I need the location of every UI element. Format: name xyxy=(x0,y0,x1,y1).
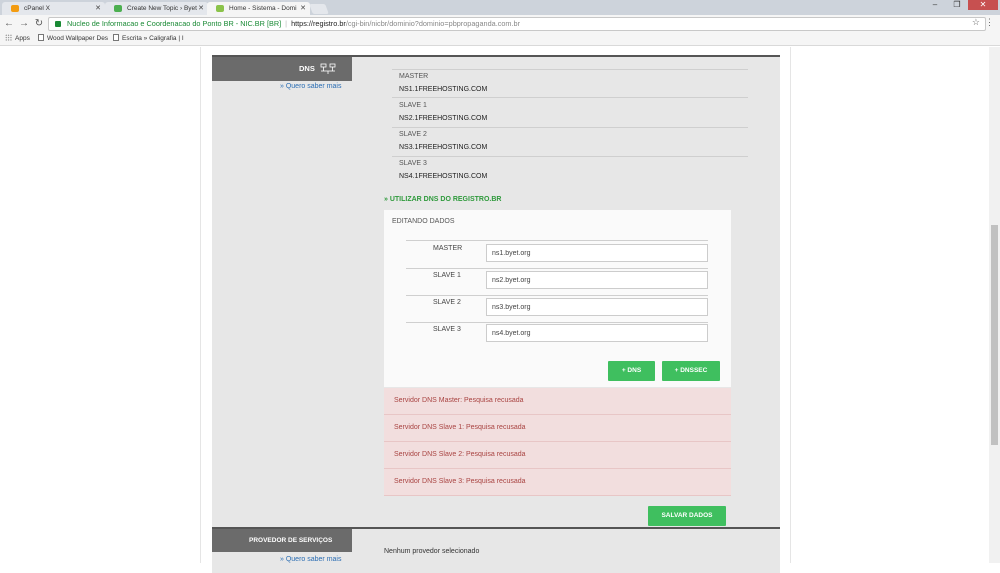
address-bar: ← → ↻ Nucleo de Informacao e Coordenacao… xyxy=(0,15,1000,33)
browser-tab-bar: cPanel X ✕ Create New Topic › Byet ✕ Hom… xyxy=(0,0,1000,15)
network-icon xyxy=(320,63,336,74)
content-right-border xyxy=(790,47,791,563)
close-window-icon[interactable]: ✕ xyxy=(968,0,998,10)
provider-status: Nenhum provedor selecionado xyxy=(384,548,480,555)
save-button[interactable]: SALVAR DADOS xyxy=(648,506,726,526)
provider-section-title: PROVEDOR DE SERVIÇOS xyxy=(249,537,333,544)
bookmark-label: Escrita » Caligrafia | I xyxy=(122,35,184,42)
reload-icon[interactable]: ↻ xyxy=(33,17,45,31)
ns-label-slave1: SLAVE 1 xyxy=(399,102,427,109)
ns-value-slave3: NS4.1FREEHOSTING.COM xyxy=(399,173,488,180)
bookmark-apps[interactable]: Apps xyxy=(5,33,30,45)
ns-label-slave3: SLAVE 3 xyxy=(399,160,427,167)
apps-grid-icon xyxy=(5,34,12,41)
bookmark-label: Apps xyxy=(15,35,30,42)
forward-arrow-icon[interactable]: → xyxy=(18,17,30,31)
slave3-dns-input[interactable] xyxy=(486,324,708,342)
error-alert-slave3: Servidor DNS Slave 3: Pesquisa recusada xyxy=(384,469,731,496)
provider-section-header: PROVEDOR DE SERVIÇOS xyxy=(212,529,352,552)
add-dns-button[interactable]: + DNS xyxy=(608,361,655,381)
dns-section-header: DNS xyxy=(212,57,352,81)
error-alert-slave1: Servidor DNS Slave 1: Pesquisa recusada xyxy=(384,415,731,442)
tab-label: Create New Topic › Byet xyxy=(127,5,197,12)
ns-value-slave1: NS2.1FREEHOSTING.COM xyxy=(399,115,488,122)
kebab-menu-icon[interactable]: ⋮ xyxy=(985,17,994,28)
bookmark-escrita[interactable]: Escrita » Caligrafia | I xyxy=(113,33,184,45)
ns-label-slave2: SLAVE 2 xyxy=(399,131,427,138)
slave1-dns-input[interactable] xyxy=(486,271,708,289)
bookmark-label: Wood Wallpaper Des xyxy=(47,35,109,42)
maximize-icon[interactable]: ❐ xyxy=(946,0,968,10)
edit-row-divider xyxy=(406,322,708,323)
lock-icon xyxy=(55,21,61,27)
url-path: /cgi-bin/nicbr/dominio?dominio=pbpropaga… xyxy=(345,19,521,28)
slave2-dns-input[interactable] xyxy=(486,298,708,316)
master-dns-input[interactable] xyxy=(486,244,708,262)
edit-label-slave2: SLAVE 2 xyxy=(433,299,461,306)
ns-value-master: NS1.1FREEHOSTING.COM xyxy=(399,86,488,93)
error-alert-slave2: Servidor DNS Slave 2: Pesquisa recusada xyxy=(384,442,731,469)
tab-cpanel[interactable]: cPanel X ✕ xyxy=(2,2,105,15)
page-icon xyxy=(113,34,119,41)
content-left-border xyxy=(200,47,201,563)
close-tab-icon[interactable]: ✕ xyxy=(95,2,101,15)
url-host: https://registro.br xyxy=(291,19,346,28)
ns-divider xyxy=(392,127,748,128)
error-alert-master: Servidor DNS Master: Pesquisa recusada xyxy=(384,388,731,415)
edit-row-divider xyxy=(406,295,708,296)
page-icon xyxy=(38,34,44,41)
edit-row-divider xyxy=(406,268,708,269)
scrollbar-thumb[interactable] xyxy=(991,225,998,445)
edit-label-master: MASTER xyxy=(433,245,463,252)
add-dnssec-button[interactable]: + DNSSEC xyxy=(662,361,720,381)
dns-section-title: DNS xyxy=(299,64,315,73)
ns-divider xyxy=(392,69,748,70)
security-label: Nucleo de Informacao e Coordenacao do Po… xyxy=(67,19,282,28)
url-input[interactable]: Nucleo de Informacao e Coordenacao do Po… xyxy=(48,17,986,31)
ns-value-slave2: NS3.1FREEHOSTING.COM xyxy=(399,144,488,151)
star-icon[interactable]: ☆ xyxy=(972,17,980,28)
tab-create-topic[interactable]: Create New Topic › Byet ✕ xyxy=(105,2,208,15)
byet-favicon-icon xyxy=(114,5,122,12)
dns-help-link[interactable]: » Quero saber mais xyxy=(280,83,341,90)
page-viewport: DNS » Quero saber mais MASTER NS1.1FREEH… xyxy=(0,47,1000,573)
provider-help-link[interactable]: » Quero saber mais xyxy=(280,556,341,563)
cpanel-favicon-icon xyxy=(11,5,19,12)
edit-dns-title: EDITANDO DADOS xyxy=(392,218,455,225)
bookmarks-bar: Apps Wood Wallpaper Des Escrita » Caligr… xyxy=(0,33,1000,46)
back-arrow-icon[interactable]: ← xyxy=(3,17,15,31)
edit-label-slave3: SLAVE 3 xyxy=(433,326,461,333)
edit-row-divider xyxy=(406,240,708,241)
registro-favicon-icon xyxy=(216,5,224,12)
tab-home-sistema[interactable]: Home - Sistema - Domi ✕ xyxy=(207,2,310,15)
bookmark-wood-wallpaper[interactable]: Wood Wallpaper Des xyxy=(38,33,108,45)
ns-label-master: MASTER xyxy=(399,73,429,80)
minimize-icon[interactable]: – xyxy=(924,0,946,10)
ns-divider xyxy=(392,156,748,157)
close-tab-icon[interactable]: ✕ xyxy=(300,2,306,15)
use-registro-dns-link[interactable]: » UTILIZAR DNS DO REGISTRO.BR xyxy=(384,196,501,203)
new-tab-button[interactable] xyxy=(309,4,329,14)
tab-label: Home - Sistema - Domi xyxy=(229,5,297,12)
ns-divider xyxy=(392,97,748,98)
edit-label-slave1: SLAVE 1 xyxy=(433,272,461,279)
tab-label: cPanel X xyxy=(24,5,51,12)
close-tab-icon[interactable]: ✕ xyxy=(198,2,204,15)
